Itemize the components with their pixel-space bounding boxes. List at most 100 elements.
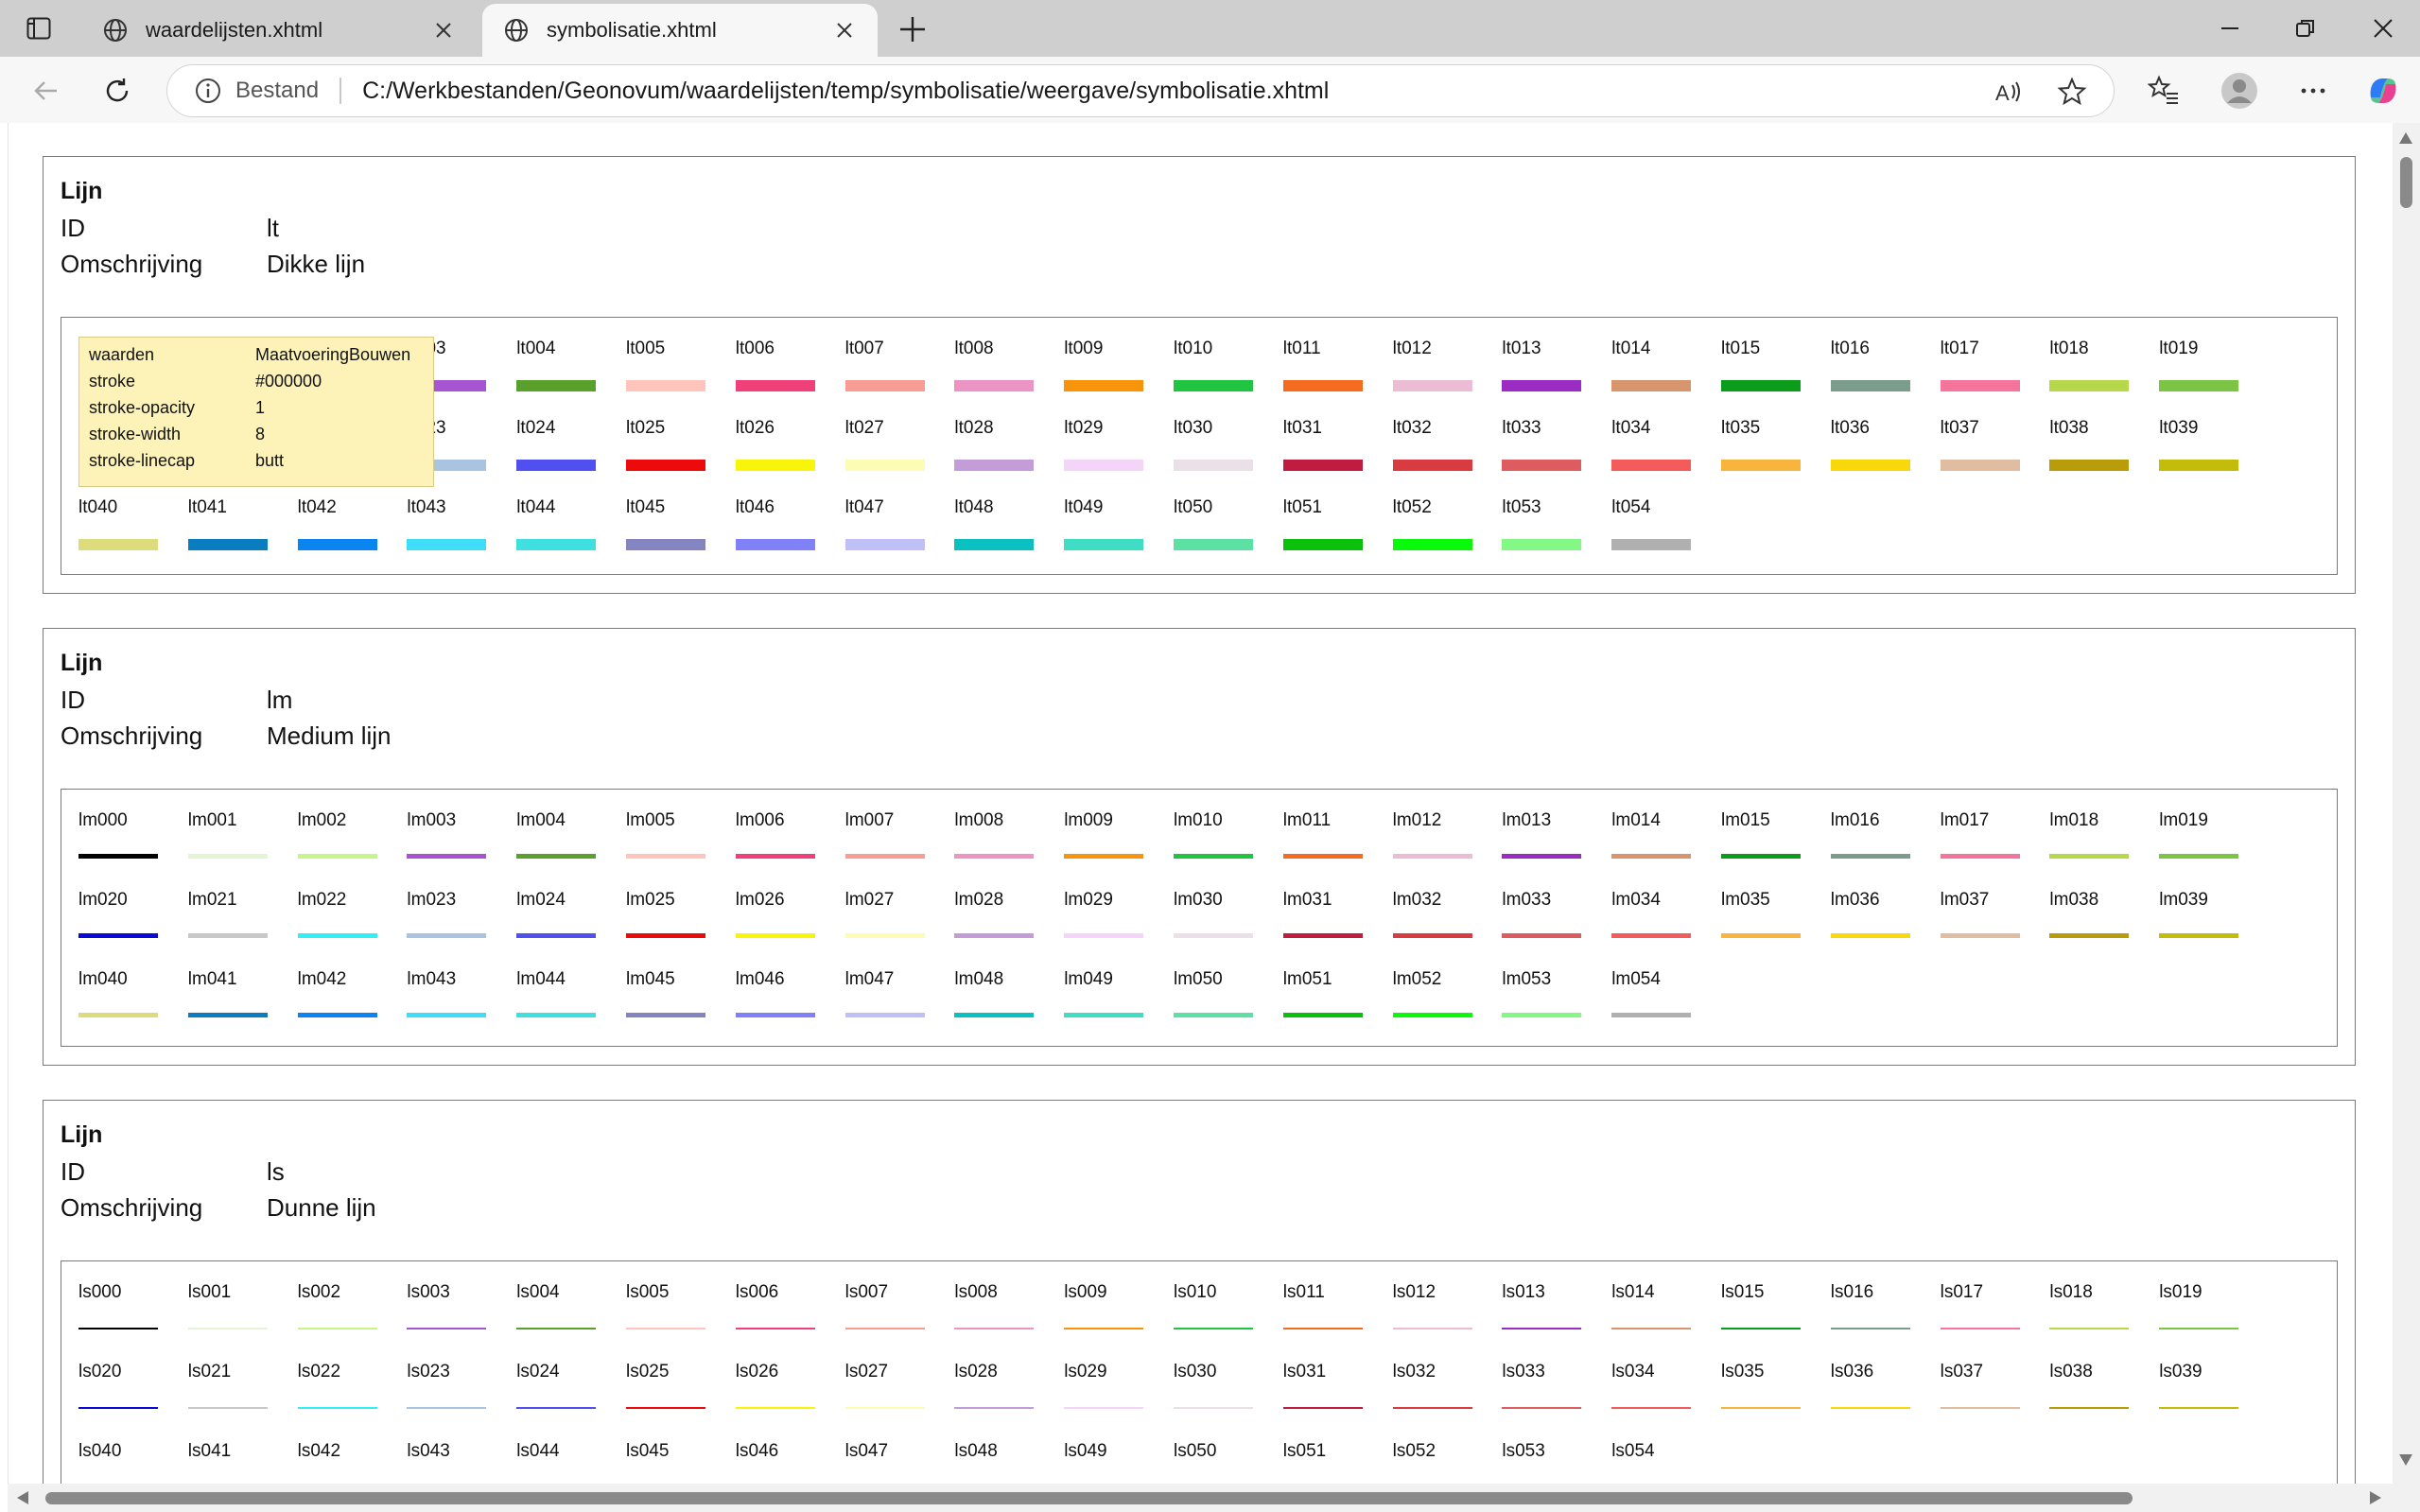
symbol-swatch[interactable]: lm023 — [407, 890, 501, 948]
tab-symbolisatie[interactable]: symbolisatie.xhtml — [482, 4, 878, 57]
tab-actions-icon[interactable] — [21, 13, 57, 43]
symbol-swatch[interactable]: ls045 — [626, 1441, 721, 1484]
symbol-swatch[interactable]: ls049 — [1064, 1441, 1158, 1484]
symbol-swatch[interactable]: ls034 — [1611, 1362, 1706, 1420]
symbol-swatch[interactable]: lt004 — [516, 339, 611, 397]
symbol-swatch[interactable]: lm053 — [1502, 969, 1596, 1028]
symbol-swatch[interactable]: lm001 — [187, 810, 283, 869]
symbol-swatch[interactable]: lm021 — [187, 890, 283, 948]
symbol-swatch[interactable]: lm003 — [407, 810, 501, 869]
symbol-swatch[interactable]: ls050 — [1174, 1441, 1268, 1484]
symbol-swatch[interactable]: lt005 — [626, 339, 721, 397]
symbol-swatch[interactable]: lm026 — [735, 890, 830, 948]
symbol-swatch[interactable]: ls024 — [516, 1362, 611, 1420]
horizontal-scrollbar[interactable] — [8, 1484, 2393, 1512]
symbol-swatch[interactable]: lm049 — [1064, 969, 1158, 1028]
url-text[interactable]: C:/Werkbestanden/Geonovum/waardelijsten/… — [362, 78, 1329, 105]
symbol-swatch[interactable]: ls021 — [187, 1362, 283, 1420]
symbol-swatch[interactable]: lm017 — [1940, 810, 2035, 869]
tab-waardelijsten[interactable]: waardelijsten.xhtml — [81, 4, 477, 57]
symbol-swatch[interactable]: lm048 — [954, 969, 1049, 1028]
symbol-swatch[interactable]: lt043 — [407, 497, 501, 556]
symbol-swatch[interactable]: ls028 — [954, 1362, 1049, 1420]
symbol-swatch[interactable]: ls030 — [1174, 1362, 1268, 1420]
symbol-swatch[interactable]: lt040 — [78, 497, 173, 556]
avatar-icon[interactable] — [2220, 72, 2258, 110]
vertical-scrollbar[interactable] — [2393, 123, 2420, 1484]
more-icon[interactable] — [2294, 72, 2332, 110]
symbol-swatch[interactable]: lm004 — [516, 810, 611, 869]
symbol-swatch[interactable]: lm020 — [78, 890, 173, 948]
symbol-swatch[interactable]: ls042 — [298, 1441, 392, 1484]
symbol-swatch[interactable]: lm027 — [844, 890, 940, 948]
symbol-swatch[interactable]: ls013 — [1502, 1282, 1596, 1341]
symbol-swatch[interactable]: ls001 — [187, 1282, 283, 1341]
refresh-icon[interactable] — [98, 72, 136, 110]
symbol-swatch[interactable]: lt042 — [297, 497, 392, 556]
symbol-swatch[interactable]: lm033 — [1502, 890, 1596, 948]
symbol-swatch[interactable]: lt051 — [1282, 497, 1378, 556]
info-icon[interactable] — [194, 77, 222, 105]
symbol-swatch[interactable]: ls048 — [954, 1441, 1049, 1484]
symbol-swatch[interactable]: ls005 — [626, 1282, 721, 1341]
symbol-swatch[interactable]: lt007 — [844, 339, 940, 397]
scroll-right-icon[interactable] — [2370, 1491, 2381, 1504]
symbol-swatch[interactable]: ls025 — [626, 1362, 721, 1420]
symbol-swatch[interactable]: ls035 — [1721, 1362, 1816, 1420]
symbol-swatch[interactable]: lm022 — [297, 890, 392, 948]
symbol-swatch[interactable]: ls009 — [1064, 1282, 1158, 1341]
symbol-swatch[interactable]: ls000 — [78, 1282, 173, 1341]
scroll-left-icon[interactable] — [17, 1491, 28, 1504]
symbol-swatch[interactable]: ls052 — [1393, 1441, 1488, 1484]
symbol-swatch[interactable]: ls031 — [1282, 1362, 1378, 1420]
scroll-thumb[interactable] — [45, 1492, 2133, 1504]
symbol-swatch[interactable]: lm045 — [626, 969, 721, 1028]
symbol-swatch[interactable]: lm030 — [1174, 890, 1268, 948]
symbol-swatch[interactable]: ls011 — [1282, 1282, 1378, 1341]
symbol-swatch[interactable]: lt048 — [954, 497, 1049, 556]
symbol-swatch[interactable]: lm011 — [1282, 810, 1378, 869]
close-icon[interactable] — [431, 18, 456, 43]
symbol-swatch[interactable]: lt044 — [516, 497, 611, 556]
symbol-swatch[interactable]: ls022 — [297, 1362, 392, 1420]
symbol-swatch[interactable]: lt037 — [1940, 418, 2035, 477]
symbol-swatch[interactable]: lm012 — [1392, 810, 1488, 869]
favorites-icon[interactable] — [2145, 72, 2183, 110]
symbol-swatch[interactable]: ls041 — [188, 1441, 283, 1484]
symbol-swatch[interactable]: lm047 — [844, 969, 940, 1028]
scroll-down-icon[interactable] — [2399, 1454, 2412, 1466]
star-icon[interactable] — [2055, 75, 2089, 109]
symbol-swatch[interactable]: ls026 — [735, 1362, 830, 1420]
symbol-swatch[interactable]: lt015 — [1721, 339, 1816, 397]
symbol-swatch[interactable]: ls051 — [1283, 1441, 1378, 1484]
symbol-swatch[interactable]: ls023 — [407, 1362, 501, 1420]
symbol-swatch[interactable]: lt026 — [735, 418, 830, 477]
new-tab-icon[interactable] — [897, 13, 929, 45]
symbol-swatch[interactable]: lm051 — [1282, 969, 1378, 1028]
symbol-swatch[interactable]: lm016 — [1830, 810, 1925, 869]
symbol-swatch[interactable]: ls007 — [844, 1282, 940, 1341]
symbol-swatch[interactable]: lm040 — [78, 969, 173, 1028]
symbol-swatch[interactable]: ls036 — [1830, 1362, 1925, 1420]
symbol-swatch[interactable]: ls027 — [844, 1362, 940, 1420]
symbol-swatch[interactable]: ls039 — [2159, 1362, 2254, 1420]
symbol-swatch[interactable]: lm018 — [2049, 810, 2144, 869]
symbol-swatch[interactable]: lt039 — [2159, 418, 2254, 477]
symbol-swatch[interactable]: lm024 — [516, 890, 611, 948]
symbol-swatch[interactable]: lm032 — [1392, 890, 1488, 948]
symbol-swatch[interactable]: lt053 — [1502, 497, 1596, 556]
window-close-icon[interactable] — [2364, 11, 2402, 45]
symbol-swatch[interactable]: ls040 — [78, 1441, 173, 1484]
symbol-swatch[interactable]: lt045 — [626, 497, 721, 556]
symbol-swatch[interactable]: lm052 — [1392, 969, 1488, 1028]
symbol-swatch[interactable]: lm002 — [297, 810, 392, 869]
symbol-swatch[interactable]: lt006 — [735, 339, 830, 397]
symbol-swatch[interactable]: lm025 — [626, 890, 721, 948]
symbol-swatch[interactable]: lm005 — [626, 810, 721, 869]
symbol-swatch[interactable]: lt024 — [516, 418, 611, 477]
symbol-swatch[interactable]: lt008 — [954, 339, 1049, 397]
symbol-swatch[interactable]: lt050 — [1174, 497, 1268, 556]
symbol-swatch[interactable]: ls043 — [407, 1441, 501, 1484]
symbol-swatch[interactable]: ls004 — [516, 1282, 611, 1341]
minimize-icon[interactable] — [2211, 11, 2249, 45]
